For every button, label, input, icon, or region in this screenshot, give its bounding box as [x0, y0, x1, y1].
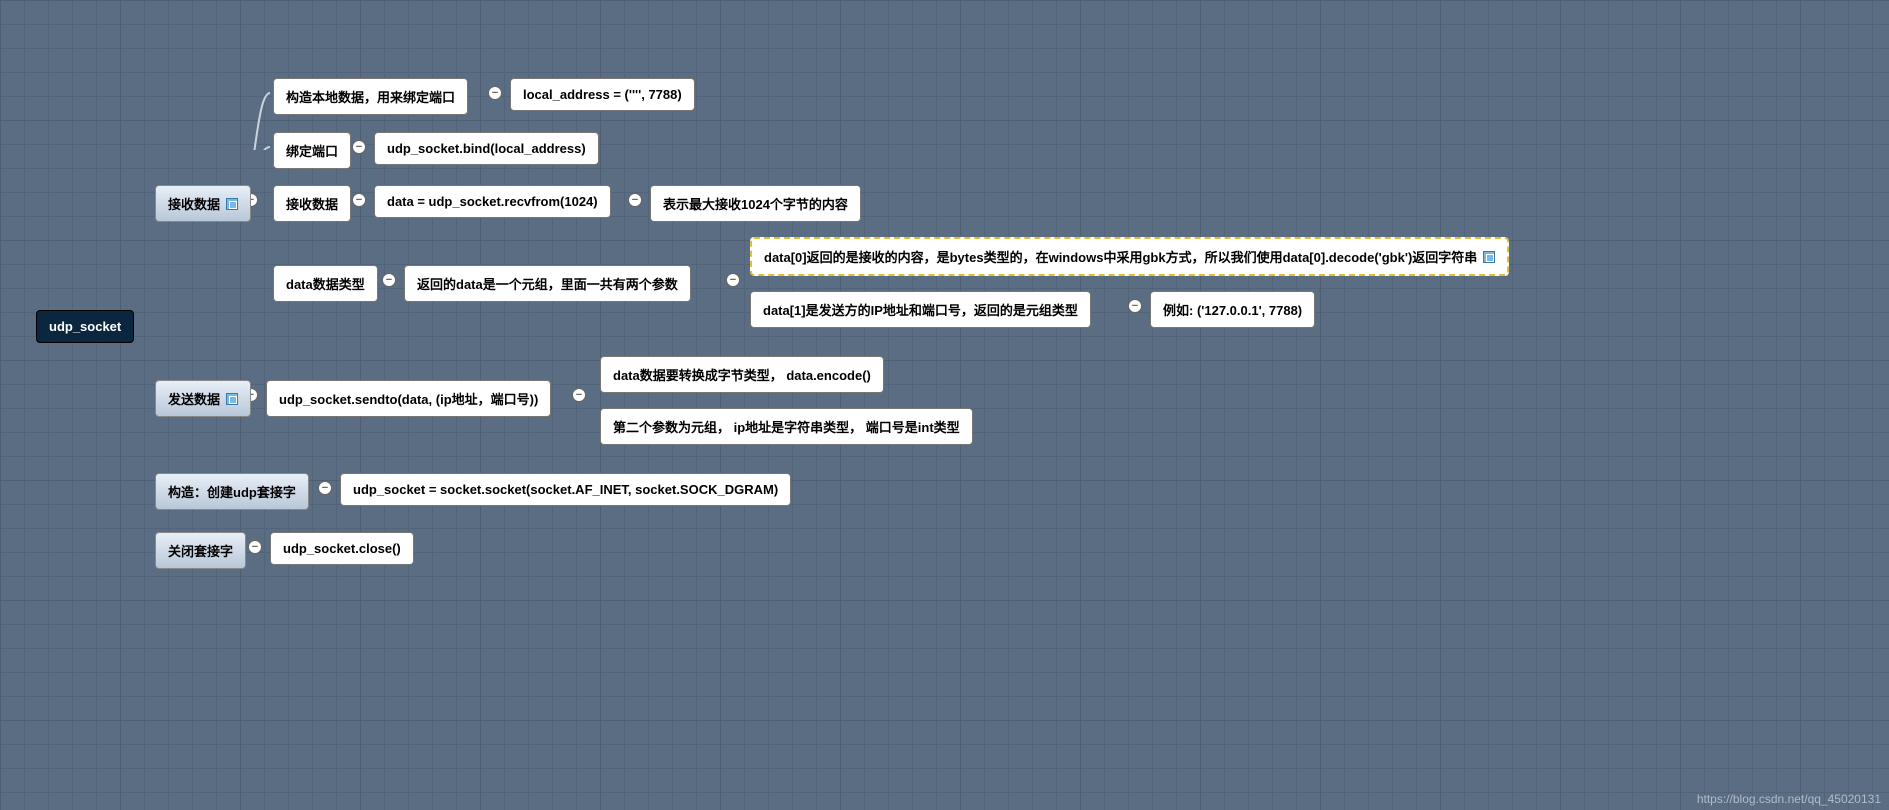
branch-close[interactable]: 关闭套接字 — [155, 532, 246, 569]
leaf-recvfrom-code[interactable]: data = udp_socket.recvfrom(1024) — [374, 185, 611, 218]
collapse-icon[interactable]: − — [1128, 299, 1142, 313]
branch-receive-label: 接收数据 — [168, 194, 220, 213]
collapse-icon[interactable]: − — [382, 273, 396, 287]
note: 表示最大接收1024个字节的内容 — [663, 194, 848, 213]
label: data数据类型 — [286, 274, 365, 293]
leaf-receive-data[interactable]: 接收数据 — [273, 185, 351, 222]
branch-receive[interactable]: 接收数据 — [155, 185, 251, 222]
branch-send[interactable]: 发送数据 — [155, 380, 251, 417]
leaf-send-p1[interactable]: data数据要转换成字节类型， data.encode() — [600, 356, 884, 393]
branch-close-label: 关闭套接字 — [168, 541, 233, 560]
leaf-data1[interactable]: data[1]是发送方的IP地址和端口号，返回的是元组类型 — [750, 291, 1091, 328]
leaf-data-return[interactable]: 返回的data是一个元组，里面一共有两个参数 — [404, 265, 691, 302]
watermark: https://blog.csdn.net/qq_45020131 — [1697, 792, 1881, 806]
leaf-make-code[interactable]: udp_socket = socket.socket(socket.AF_INE… — [340, 473, 791, 506]
label: 绑定端口 — [286, 141, 338, 160]
branch-make-label: 构造：创建udp套接字 — [168, 482, 296, 501]
watermark-text: https://blog.csdn.net/qq_45020131 — [1697, 792, 1881, 806]
leaf-recv-note[interactable]: 表示最大接收1024个字节的内容 — [650, 185, 861, 222]
collapse-icon[interactable]: − — [352, 193, 366, 207]
leaf-local-address-code[interactable]: local_address = ('''', 7788) — [510, 78, 695, 111]
branch-make[interactable]: 构造：创建udp套接字 — [155, 473, 309, 510]
leaf-data0-selected[interactable]: data[0]返回的是接收的内容，是bytes类型的，在windows中采用gb… — [750, 237, 1509, 276]
leaf-close-code[interactable]: udp_socket.close() — [270, 532, 414, 565]
ret: 返回的data是一个元组，里面一共有两个参数 — [417, 274, 678, 293]
collapse-icon[interactable]: − — [248, 540, 262, 554]
branch-send-label: 发送数据 — [168, 389, 220, 408]
leaf-sendto-code[interactable]: udp_socket.sendto(data, (ip地址，端口号)) — [266, 380, 551, 417]
p1: data数据要转换成字节类型， data.encode() — [613, 365, 871, 384]
note-icon — [1483, 251, 1495, 263]
collapse-icon[interactable]: − — [572, 388, 586, 402]
leaf-bind-port[interactable]: 绑定端口 — [273, 132, 351, 169]
d0: data[0]返回的是接收的内容，是bytes类型的，在windows中采用gb… — [764, 247, 1477, 266]
collapse-icon[interactable]: − — [628, 193, 642, 207]
note-icon — [226, 198, 238, 210]
leaf-bind-code[interactable]: udp_socket.bind(local_address) — [374, 132, 599, 165]
code: udp_socket = socket.socket(socket.AF_INE… — [353, 482, 778, 497]
p2: 第二个参数为元组， ip地址是字符串类型， 端口号是int类型 — [613, 417, 960, 436]
leaf-example[interactable]: 例如: ('127.0.0.1', 7788) — [1150, 291, 1315, 328]
code: udp_socket.close() — [283, 541, 401, 556]
connector-wires — [0, 0, 300, 150]
root-node[interactable]: udp_socket — [36, 310, 134, 343]
ex: 例如: ('127.0.0.1', 7788) — [1163, 300, 1302, 319]
d1: data[1]是发送方的IP地址和端口号，返回的是元组类型 — [763, 300, 1078, 319]
label: 构造本地数据，用来绑定端口 — [286, 87, 455, 106]
collapse-icon[interactable]: − — [488, 86, 502, 100]
leaf-data-type[interactable]: data数据类型 — [273, 265, 378, 302]
leaf-send-p2[interactable]: 第二个参数为元组， ip地址是字符串类型， 端口号是int类型 — [600, 408, 973, 445]
label: 接收数据 — [286, 194, 338, 213]
note-icon — [226, 393, 238, 405]
root-label: udp_socket — [49, 319, 121, 334]
code: udp_socket.bind(local_address) — [387, 141, 586, 156]
collapse-icon[interactable]: − — [352, 140, 366, 154]
leaf-construct-local[interactable]: 构造本地数据，用来绑定端口 — [273, 78, 468, 115]
code: udp_socket.sendto(data, (ip地址，端口号)) — [279, 389, 538, 408]
code: data = udp_socket.recvfrom(1024) — [387, 194, 598, 209]
collapse-icon[interactable]: − — [318, 481, 332, 495]
collapse-icon[interactable]: − — [726, 273, 740, 287]
code: local_address = ('''', 7788) — [523, 87, 682, 102]
